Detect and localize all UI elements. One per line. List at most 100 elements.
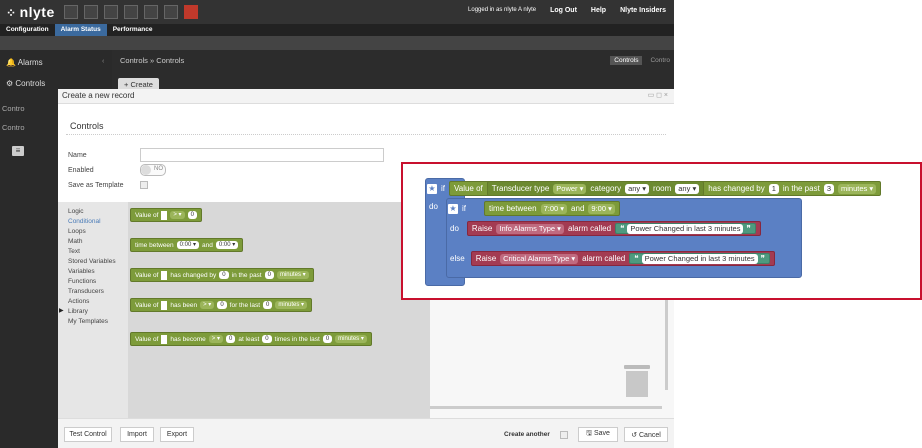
- toolbox-math[interactable]: Math: [68, 238, 82, 245]
- number-field[interactable]: 0: [322, 335, 333, 343]
- value-of-compare-block[interactable]: Value of > ▾ 0: [130, 208, 202, 222]
- operator-dropdown[interactable]: > ▾: [208, 335, 223, 343]
- time-between-block[interactable]: time between 0:00 ▾ and 0:00 ▾: [130, 238, 244, 252]
- list-icon[interactable]: [144, 5, 158, 19]
- create-another-checkbox[interactable]: [560, 431, 568, 439]
- message-text-block[interactable]: ❝ Power Changed in last 3 minutes ❞: [615, 223, 756, 234]
- unit-dropdown[interactable]: minutes ▾: [276, 271, 309, 279]
- number-field[interactable]: 0: [263, 301, 273, 309]
- sidebar-subitem-2[interactable]: Contro: [2, 123, 25, 132]
- toolbox-logic[interactable]: Logic: [68, 208, 84, 215]
- horizontal-scrollbar[interactable]: [430, 406, 662, 409]
- alert-icon[interactable]: [184, 5, 198, 19]
- window-controls-icon[interactable]: ▭ ◻ ×: [648, 91, 668, 99]
- name-input[interactable]: [140, 148, 384, 162]
- block-label: has changed by: [170, 271, 217, 279]
- toolbox-functions[interactable]: Functions: [68, 278, 96, 285]
- nlyte-logo[interactable]: ⁘ nlyte: [6, 4, 55, 20]
- save-button[interactable]: 🖫 Save: [578, 427, 618, 442]
- category-dropdown[interactable]: any ▾: [625, 183, 650, 194]
- room-dropdown[interactable]: any ▾: [675, 183, 700, 194]
- toolbox-library[interactable]: Library: [68, 308, 88, 315]
- import-button[interactable]: Import: [120, 427, 154, 442]
- breadcrumb: Controls » Controls: [120, 56, 185, 65]
- sidebar-item-controls[interactable]: ⚙ Controls: [6, 79, 45, 88]
- change-amount-field[interactable]: 1: [768, 183, 779, 194]
- number-field[interactable]: 0: [217, 301, 227, 309]
- value-changed-block[interactable]: Value of Transducer type Power ▾ categor…: [449, 181, 882, 196]
- trash-icon[interactable]: [624, 365, 650, 397]
- message-text-block[interactable]: ❝ Power Changed in last 3 minutes ❞: [629, 253, 770, 264]
- raise-info-alarm-block[interactable]: Raise Info Alarms Type ▾ alarm called ❝ …: [466, 221, 761, 236]
- toolbox-transducers[interactable]: Transducers: [68, 288, 104, 295]
- gear-icon[interactable]: ★: [448, 203, 458, 214]
- alarm-type-dropdown[interactable]: Info Alarms Type ▾: [496, 223, 564, 234]
- raise-critical-alarm-block[interactable]: Raise Critical Alarms Type ▾ alarm calle…: [470, 251, 775, 266]
- operator-dropdown[interactable]: > ▾: [170, 211, 185, 219]
- help-link[interactable]: Help: [591, 7, 606, 14]
- end-time-dropdown[interactable]: 9:00 ▾: [588, 203, 615, 214]
- number-field[interactable]: 0: [264, 271, 274, 279]
- export-button[interactable]: Export: [160, 427, 194, 442]
- save-template-checkbox[interactable]: [140, 181, 148, 189]
- rack-icon[interactable]: [84, 5, 98, 19]
- test-control-button[interactable]: Test Control: [64, 427, 112, 442]
- start-time-dropdown[interactable]: 0:00 ▾: [176, 241, 200, 249]
- block-label: and: [202, 241, 213, 249]
- tab-performance[interactable]: Performance: [107, 24, 159, 36]
- transducer-type-block[interactable]: Transducer type Power ▾ category any ▾ r…: [486, 181, 705, 196]
- input-socket: [161, 300, 168, 310]
- unit-dropdown[interactable]: minutes ▾: [335, 335, 367, 343]
- operator-dropdown[interactable]: > ▾: [200, 301, 215, 309]
- block-label: time between: [489, 204, 537, 213]
- gear-icon[interactable]: ★: [427, 183, 437, 194]
- grid-icon[interactable]: [64, 5, 78, 19]
- block-label: and: [571, 204, 585, 213]
- modal-title: Create a new record: [62, 91, 135, 100]
- value-been-block[interactable]: Value of has been > ▾ 0 for the last 0 minutes…: [130, 298, 313, 312]
- duration-field[interactable]: 3: [823, 183, 834, 194]
- menu-toggle-icon[interactable]: ≡: [12, 146, 24, 156]
- zoomed-script-callout: ★ if Value of Transducer type Power ▾ ca…: [401, 162, 922, 300]
- toolbox-my-templates[interactable]: My Templates: [68, 318, 108, 325]
- number-field[interactable]: 0: [187, 211, 197, 219]
- cancel-button[interactable]: ↺ Cancel: [624, 427, 668, 442]
- toolbox-stored-variables[interactable]: Stored Variables: [68, 258, 116, 265]
- number-field[interactable]: 0: [225, 335, 236, 343]
- sidebar-item-alarms[interactable]: 🔔 Alarms ‹: [6, 58, 104, 67]
- time-between-block[interactable]: time between 7:00 ▾ and 9:00 ▾: [484, 201, 620, 216]
- crumb-tab-controls-2[interactable]: Contro: [646, 56, 674, 65]
- quote-close-icon: ❞: [746, 224, 751, 233]
- message-field[interactable]: Power Changed in last 3 minutes: [641, 253, 758, 264]
- number-field[interactable]: 0: [262, 335, 272, 343]
- sidebar-subitem-1[interactable]: Contro: [2, 104, 25, 113]
- tab-alarm-status[interactable]: Alarm Status: [54, 24, 107, 36]
- enabled-toggle[interactable]: NO: [140, 164, 166, 176]
- unit-dropdown[interactable]: minutes ▾: [275, 301, 308, 309]
- value-become-block[interactable]: Value of has become > ▾ 0 at least 0 times in …: [130, 332, 372, 346]
- expand-triangle-icon[interactable]: ▶: [59, 307, 64, 314]
- chart-icon[interactable]: [104, 5, 118, 19]
- insiders-link[interactable]: Nlyte Insiders: [620, 7, 666, 14]
- toolbox-variables[interactable]: Variables: [68, 268, 95, 275]
- if-keyword: if: [441, 184, 445, 193]
- minutes-dropdown[interactable]: minutes ▾: [837, 183, 877, 194]
- start-time-dropdown[interactable]: 7:00 ▾: [540, 203, 568, 214]
- toolbox-conditional[interactable]: Conditional: [68, 218, 101, 225]
- toolbox-actions[interactable]: Actions: [68, 298, 89, 305]
- toolbox-loops[interactable]: Loops: [68, 228, 86, 235]
- report-icon[interactable]: [164, 5, 178, 19]
- message-field[interactable]: Power Changed in last 3 minutes: [627, 223, 744, 234]
- number-field[interactable]: 0: [219, 271, 229, 279]
- crumb-tab-controls[interactable]: Controls: [610, 56, 643, 65]
- block-label: Value of: [454, 184, 483, 193]
- tab-configuration[interactable]: Configuration: [0, 24, 55, 36]
- end-time-dropdown[interactable]: 0:00 ▾: [215, 241, 239, 249]
- device-icon[interactable]: [124, 5, 138, 19]
- toolbox-text[interactable]: Text: [68, 248, 80, 255]
- alarm-type-dropdown[interactable]: Critical Alarms Type ▾: [500, 253, 579, 264]
- power-dropdown[interactable]: Power ▾: [553, 183, 587, 194]
- top-bar: ⁘ nlyte Logged in as nlyte A nlyte Log Ou…: [0, 0, 674, 24]
- logout-link[interactable]: Log Out: [550, 7, 577, 14]
- value-changed-block[interactable]: Value of has changed by 0 in the past 0 minut…: [130, 268, 314, 282]
